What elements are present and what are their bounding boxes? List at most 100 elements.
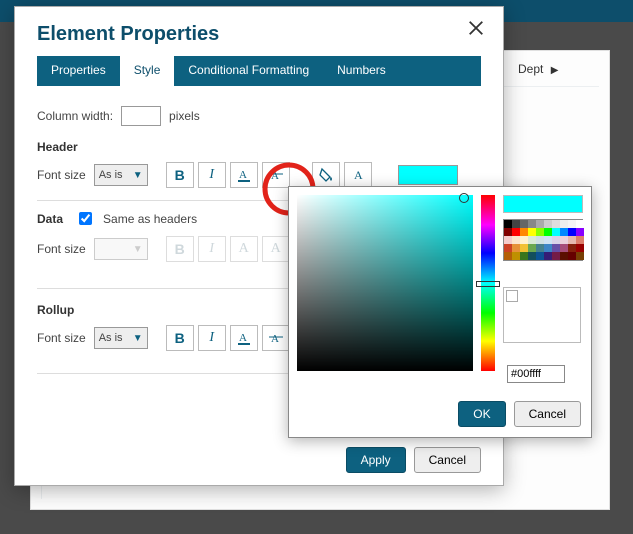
data-font-color-button: A: [230, 236, 258, 262]
data-font-size-select: ▼: [94, 238, 148, 260]
swatch[interactable]: [568, 228, 576, 236]
recent-swatch[interactable]: [506, 290, 518, 302]
header-strike-button[interactable]: A: [262, 162, 290, 188]
cancel-button[interactable]: Cancel: [414, 447, 481, 473]
swatch[interactable]: [552, 236, 560, 244]
swatch[interactable]: [568, 220, 576, 228]
hue-slider[interactable]: [481, 195, 495, 371]
swatch[interactable]: [512, 244, 520, 252]
swatch[interactable]: [560, 228, 568, 236]
data-strike-button: A: [262, 236, 290, 262]
header-font-size-select[interactable]: As is ▼: [94, 164, 148, 186]
swatch[interactable]: [544, 228, 552, 236]
column-width-input[interactable]: [121, 106, 161, 126]
chevron-down-icon: ▼: [133, 333, 143, 344]
rollup-italic-button[interactable]: I: [198, 325, 226, 351]
swatch[interactable]: [512, 220, 520, 228]
swatch[interactable]: [504, 228, 512, 236]
swatch[interactable]: [560, 236, 568, 244]
tab-conditional-formatting[interactable]: Conditional Formatting: [174, 56, 323, 86]
tab-properties[interactable]: Properties: [37, 56, 120, 86]
same-as-headers-checkbox[interactable]: [79, 212, 92, 225]
swatch[interactable]: [552, 220, 560, 228]
color-picker: OK Cancel: [288, 186, 592, 438]
swatch[interactable]: [504, 244, 512, 252]
swatch[interactable]: [552, 228, 560, 236]
color-ok-button[interactable]: OK: [458, 401, 505, 427]
header-font-color-button[interactable]: A: [230, 162, 258, 188]
swatch[interactable]: [528, 236, 536, 244]
swatch[interactable]: [568, 236, 576, 244]
swatch[interactable]: [504, 252, 512, 260]
hue-indicator-icon: [476, 281, 500, 287]
header-color-preview: [398, 165, 458, 185]
swatch[interactable]: [536, 228, 544, 236]
swatch[interactable]: [544, 252, 552, 260]
swatch[interactable]: [536, 244, 544, 252]
recent-colors: [503, 287, 581, 343]
color-cancel-button[interactable]: Cancel: [514, 401, 581, 427]
chevron-right-icon: ▶: [551, 65, 559, 76]
swatch[interactable]: [520, 220, 528, 228]
data-font-size-label: Font size: [37, 242, 86, 256]
swatch[interactable]: [568, 252, 576, 260]
header-text-color-button[interactable]: A: [344, 162, 372, 188]
header-font-size-label: Font size: [37, 168, 86, 182]
swatch[interactable]: [520, 244, 528, 252]
swatch[interactable]: [520, 252, 528, 260]
same-as-headers-label: Same as headers: [103, 212, 197, 226]
swatch[interactable]: [504, 236, 512, 244]
data-section-label: Data: [37, 212, 63, 226]
swatch[interactable]: [512, 236, 520, 244]
swatch[interactable]: [528, 220, 536, 228]
swatch[interactable]: [512, 228, 520, 236]
rollup-font-size-select[interactable]: As is ▼: [94, 327, 148, 349]
swatch[interactable]: [536, 236, 544, 244]
rollup-strike-button[interactable]: A: [262, 325, 290, 351]
pixels-label: pixels: [169, 109, 200, 123]
swatch[interactable]: [568, 244, 576, 252]
header-section-label: Header: [37, 140, 481, 154]
svg-text:A: A: [239, 332, 247, 344]
header-bold-button[interactable]: B: [166, 162, 194, 188]
saturation-value-area[interactable]: [297, 195, 473, 371]
swatch[interactable]: [552, 244, 560, 252]
header-fill-color-button[interactable]: [312, 162, 340, 188]
close-icon[interactable]: [467, 19, 489, 41]
swatch[interactable]: [576, 220, 584, 228]
swatch[interactable]: [576, 252, 584, 260]
swatch[interactable]: [528, 244, 536, 252]
dept-text: Dept: [518, 62, 543, 76]
swatch[interactable]: [520, 236, 528, 244]
hex-input[interactable]: [507, 365, 565, 383]
column-width-label: Column width:: [37, 109, 113, 123]
tab-numbers[interactable]: Numbers: [323, 56, 400, 86]
header-italic-button[interactable]: I: [198, 162, 226, 188]
swatch[interactable]: [544, 244, 552, 252]
apply-button[interactable]: Apply: [346, 447, 406, 473]
swatch[interactable]: [520, 228, 528, 236]
swatch[interactable]: [560, 244, 568, 252]
swatch[interactable]: [560, 252, 568, 260]
swatch[interactable]: [576, 236, 584, 244]
swatch[interactable]: [504, 220, 512, 228]
swatch[interactable]: [544, 220, 552, 228]
swatch[interactable]: [528, 252, 536, 260]
rollup-bold-button[interactable]: B: [166, 325, 194, 351]
tab-style[interactable]: Style: [120, 56, 175, 86]
data-italic-button: I: [198, 236, 226, 262]
swatch[interactable]: [536, 220, 544, 228]
rollup-font-color-button[interactable]: A: [230, 325, 258, 351]
swatch[interactable]: [576, 244, 584, 252]
swatch[interactable]: [544, 236, 552, 244]
swatch[interactable]: [528, 228, 536, 236]
swatch[interactable]: [576, 228, 584, 236]
swatch[interactable]: [536, 252, 544, 260]
svg-text:A: A: [239, 169, 247, 181]
svg-text:A: A: [271, 333, 279, 345]
swatch[interactable]: [560, 220, 568, 228]
swatch[interactable]: [512, 252, 520, 260]
color-preview: [503, 195, 583, 213]
swatch[interactable]: [552, 252, 560, 260]
dept-label[interactable]: Dept ▶: [518, 62, 558, 76]
